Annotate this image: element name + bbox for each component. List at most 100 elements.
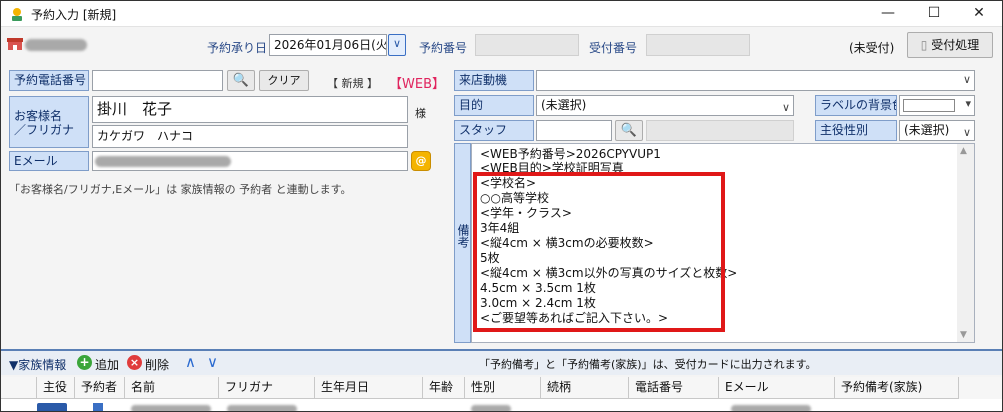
family-grid-header: 主役 予約者 名前 フリガナ 生年月日 年齢 性別 続柄 電話番号 Eメール 予… [1,377,1002,399]
delete-button[interactable]: 削除 [145,356,169,373]
column-header[interactable]: 年齢 [423,377,465,399]
add-button[interactable]: 追加 [95,356,119,373]
header-strip: 予約承り日 2026年01月06日(火) ∨ 予約番号 受付番号 (未受付) ▯… [1,28,1002,64]
family-info-toggle[interactable]: ▼家族情報 [9,356,66,373]
minimize-button[interactable]: — [865,1,911,27]
store-icon [7,38,23,50]
name-label: お客様名 ／フリガナ [9,96,89,148]
column-header[interactable]: Eメール [719,377,835,399]
chevron-down-icon: ∨ [392,37,402,50]
grid-kana-redacted [227,405,297,411]
close-button[interactable]: ✕ [956,1,1002,27]
memo-line: <学年・クラス> [480,206,572,220]
memo-line: 3.0cm × 2.4cm 1枚 [480,296,596,310]
memo-line: 5枚 [480,251,500,265]
move-up-icon[interactable]: ∧ [185,353,196,371]
visit-motive-select[interactable]: ∨ [536,70,975,91]
new-badge: 【 新規 】 [327,77,378,90]
reception-number-label: 受付番号 [589,41,638,55]
row-selector-header [1,377,37,399]
document-icon: ▯ [920,38,928,52]
name-label-line1: お客様名 [14,109,63,123]
memo-line: <ご要望等あればご記入下さい。> [480,311,669,325]
column-header[interactable]: 予約備考(家族) [835,377,959,399]
dropdown-arrow-icon: ▾ [965,97,971,110]
clear-button[interactable]: クリア [259,70,309,91]
reservation-window: 予約入力 [新規] — ☐ ✕ 予約承り日 2026年01月06日(火) ∨ 予… [0,0,1003,412]
column-header[interactable]: 名前 [125,377,219,399]
memo-label: 備考 [454,143,471,343]
main-role-select[interactable]: (未選択) ∨ [899,120,975,141]
title-bar: 予約入力 [新規] — ☐ ✕ [1,1,1002,27]
purpose-label: 目的 [454,95,534,116]
chevron-down-icon: ∨ [962,73,971,86]
scroll-down-icon[interactable]: ▼ [960,330,967,340]
family-grid-row[interactable] [1,399,1002,411]
column-header[interactable]: フリガナ [219,377,315,399]
chevron-down-icon: ∨ [962,126,971,139]
booking-number-field [475,34,579,56]
memo-line: ○○高等学校 [480,191,549,205]
family-toolbar: ▼家族情報 + 追加 × 削除 ∧ ∨ 「予約備考」と「予約備考(家族)」は、受… [1,349,1002,375]
linkage-note: 「お客様名/フリガナ,Eメール」は 家族情報の 予約者 と連動します。 [9,183,352,196]
color-swatch [903,99,955,112]
honorific-label: 様 [415,107,426,120]
memo-line: <WEB予約番号>2026CPYVUP1 [480,147,661,161]
reception-number-field [646,34,750,56]
delete-icon[interactable]: × [127,355,142,370]
purpose-value: (未選択) [541,98,587,112]
at-sign-icon: @ [415,154,427,167]
label-bg-label: ラベルの背景色 [815,95,897,116]
grid-gender-redacted [471,405,511,411]
column-header[interactable]: 性別 [465,377,541,399]
grid-email-redacted [731,405,811,411]
window-title: 予約入力 [新規] [31,8,117,22]
reception-process-label: 受付処理 [931,38,980,52]
add-icon[interactable]: + [77,355,92,370]
memo-textarea[interactable]: <WEB予約番号>2026CPYVUP1 <WEB目的>学校証明写真 <学校名>… [471,143,975,343]
column-header[interactable]: 電話番号 [629,377,719,399]
label-bg-color-select[interactable]: ▾ [899,95,975,116]
column-header[interactable]: 主役 [37,377,75,399]
main-role-value: (未選択) [904,123,950,137]
email-send-button[interactable]: @ [411,151,431,171]
move-down-icon[interactable]: ∨ [207,353,218,371]
print-notice: 「予約備考」と「予約備考(家族)」は、受付カードに出力されます。 [479,358,817,371]
search-button[interactable]: 🔍 [227,70,255,91]
memo-line: <縦4cm × 横3cmの必要枚数> [480,236,654,250]
chevron-down-icon: ∨ [781,101,790,114]
purpose-select[interactable]: (未選択) ∨ [536,95,794,116]
grid-name-redacted [131,405,211,411]
main-role-label: 主役性別 [815,120,897,141]
scroll-up-icon[interactable]: ▲ [960,146,967,156]
column-header[interactable]: 続柄 [541,377,629,399]
booking-date-field[interactable]: 2026年01月06日(火) [269,34,387,56]
reception-process-button[interactable]: ▯ 受付処理 [907,32,993,58]
email-label: Eメール [9,151,89,171]
staff-label: スタッフ [454,120,534,141]
name-input[interactable]: 掛川 花子 [92,96,408,123]
memo-line: 3年4組 [480,221,520,235]
staff-search-button[interactable]: 🔍 [615,120,643,141]
reception-status: (未受付) [849,41,895,55]
search-icon: 🔍 [232,73,250,88]
column-header[interactable]: 生年月日 [315,377,423,399]
memo-scrollbar[interactable]: ▲ ▼ [957,144,974,342]
booker-checkbox[interactable] [93,403,103,411]
staff-code-input[interactable] [536,120,612,141]
memo-label-text: 備考 [456,224,470,248]
search-icon: 🔍 [620,123,638,138]
memo-line: 4.5cm × 3.5cm 1枚 [480,281,596,295]
email-input[interactable] [92,151,408,171]
calendar-dropdown-button[interactable]: ∨ [388,34,406,56]
main-role-marker [37,403,67,411]
column-header[interactable]: 予約者 [75,377,125,399]
web-badge: 【WEB】 [389,77,445,92]
name-label-line2: ／フリガナ [14,123,75,137]
phone-input[interactable] [92,70,223,91]
phone-label: 予約電話番号 [9,70,89,91]
kana-input[interactable]: カケガワ ハナコ [92,125,408,148]
memo-line: <学校名> [480,176,537,190]
memo-line: <WEB目的>学校証明写真 [480,161,624,175]
maximize-button[interactable]: ☐ [911,1,957,27]
